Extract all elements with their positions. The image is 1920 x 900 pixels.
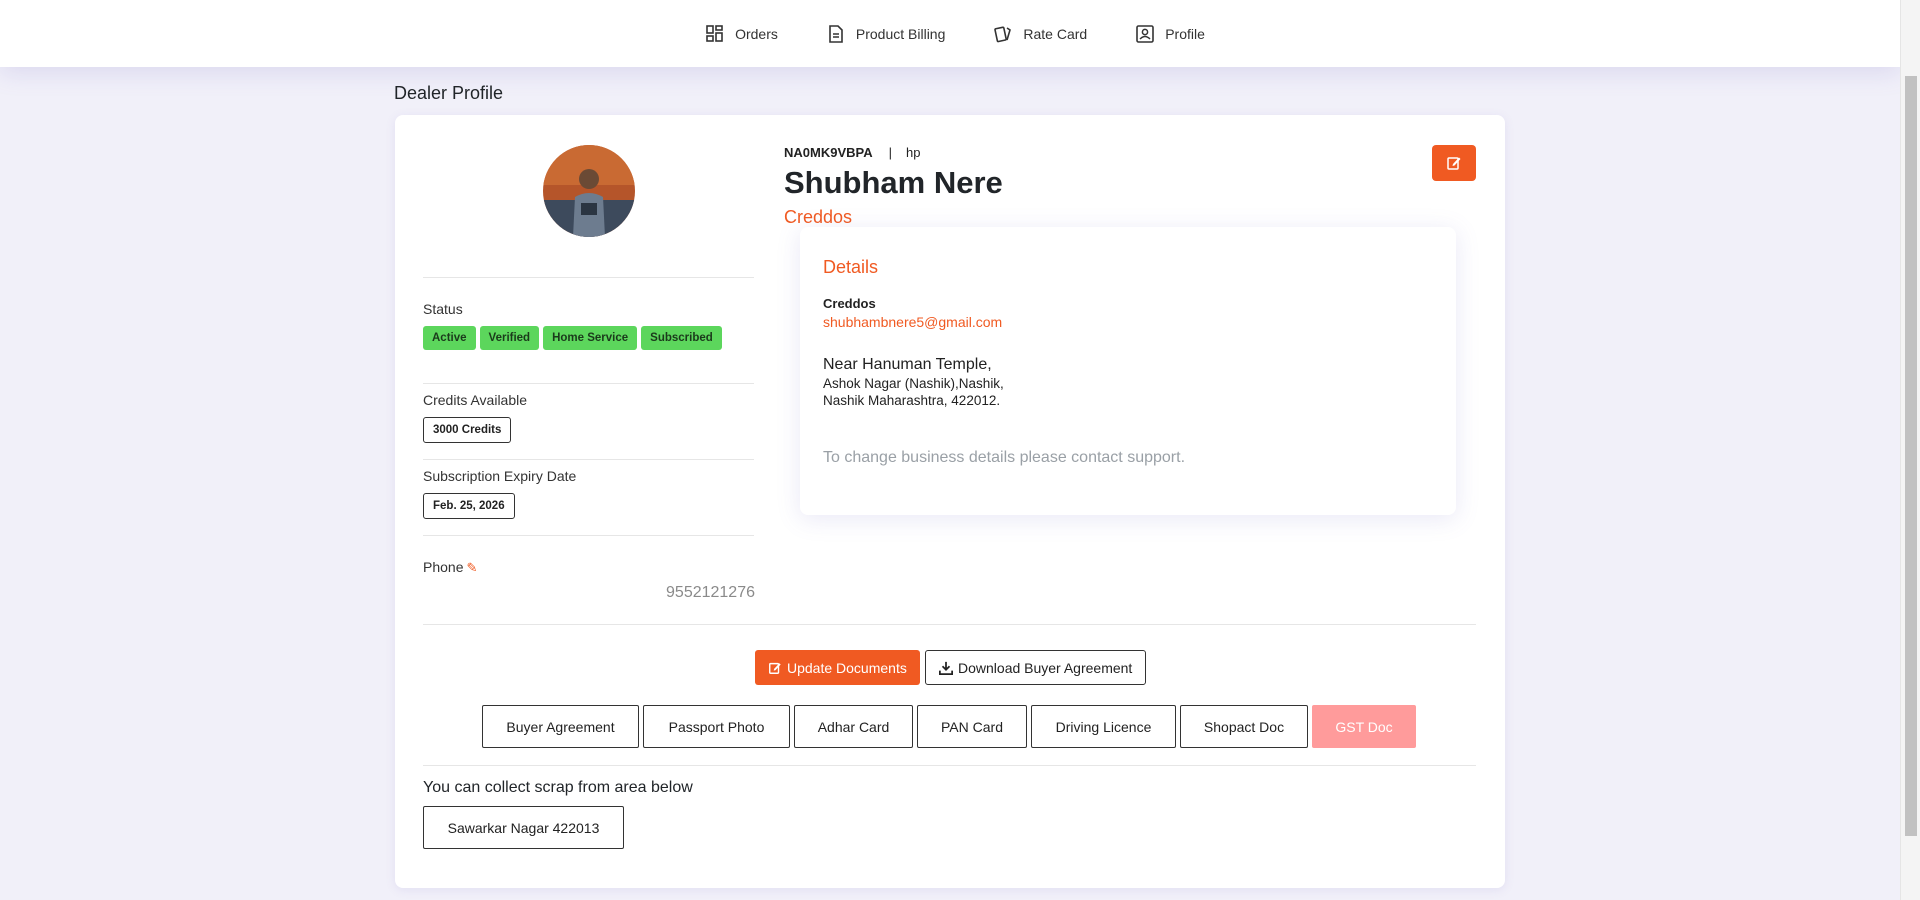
- nav-profile-label: Profile: [1165, 25, 1205, 42]
- doc-driving-licence-button[interactable]: Driving Licence: [1031, 705, 1176, 748]
- top-navbar: Orders Product Billing Rate Card Profile: [0, 0, 1900, 67]
- credits-value: 3000 Credits: [423, 417, 512, 443]
- document-icon: [829, 24, 843, 43]
- cards-icon: [994, 25, 1012, 42]
- details-title: Details: [823, 257, 879, 277]
- dealer-brand: hp: [906, 145, 921, 160]
- dealer-code-line: NA0MK9VBPA | hp: [784, 145, 920, 160]
- edit-profile-button[interactable]: [1432, 145, 1476, 181]
- download-buyer-agreement-label: Download Buyer Agreement: [958, 659, 1133, 676]
- address-line-3: Nashik Maharashtra, 422012.: [823, 393, 1001, 408]
- status-badge-active: Active: [423, 326, 476, 350]
- company-name: Creddos: [784, 207, 853, 227]
- update-documents-button[interactable]: Update Documents: [755, 650, 920, 685]
- phone-label: Phone: [423, 559, 464, 575]
- grid-icon: [706, 24, 723, 42]
- nav-orders-label: Orders: [735, 25, 778, 42]
- nav-product-billing[interactable]: Product Billing: [826, 24, 946, 44]
- scrollbar-thumb[interactable]: [1905, 76, 1917, 836]
- status-badge-verified: Verified: [479, 326, 540, 350]
- nav-rate-card-label: Rate Card: [1023, 25, 1088, 42]
- document-buttons: Buyer Agreement Passport Photo Adhar Car…: [482, 705, 1416, 748]
- doc-gst-button[interactable]: GST Doc: [1312, 705, 1416, 748]
- phone-value: 9552121276: [666, 584, 755, 601]
- divider: [423, 459, 754, 460]
- nav-rate-card[interactable]: Rate Card: [993, 24, 1087, 44]
- scrollbar[interactable]: [1900, 0, 1920, 900]
- profile-icon: [1136, 24, 1155, 43]
- update-documents-label: Update Documents: [787, 659, 907, 676]
- credits-label: Credits Available: [423, 392, 528, 408]
- doc-shopact-button[interactable]: Shopact Doc: [1180, 705, 1308, 748]
- doc-adhar-card-button[interactable]: Adhar Card: [794, 705, 913, 748]
- nav-product-billing-label: Product Billing: [855, 25, 946, 42]
- dealer-code: NA0MK9VBPA: [784, 145, 873, 160]
- support-note: To change business details please contac…: [823, 449, 1186, 466]
- download-icon: [939, 661, 953, 675]
- status-badges: Active Verified Home Service Subscribed: [423, 326, 722, 350]
- divider: [423, 535, 754, 536]
- details-panel: Details Creddos shubhambnere5@gmail.com …: [800, 227, 1456, 515]
- doc-passport-photo-button[interactable]: Passport Photo: [643, 705, 790, 748]
- divider: [423, 383, 754, 384]
- expiry-label: Subscription Expiry Date: [423, 468, 577, 484]
- details-email[interactable]: shubhambnere5@gmail.com: [823, 314, 1002, 330]
- details-company: Creddos: [823, 296, 876, 311]
- collection-area-chip: Sawarkar Nagar 422013: [423, 806, 624, 849]
- phone-label-row: Phone ✎: [423, 559, 477, 576]
- divider: [423, 765, 1476, 766]
- status-label: Status: [423, 301, 463, 317]
- nav-profile[interactable]: Profile: [1135, 24, 1205, 44]
- status-badge-home-service: Home Service: [543, 326, 638, 350]
- address-line-1: Near Hanuman Temple,: [823, 356, 992, 373]
- dealer-name: Shubham Nere: [784, 165, 1003, 200]
- expiry-value: Feb. 25, 2026: [423, 493, 515, 519]
- avatar: [543, 145, 635, 237]
- profile-card: Status Active Verified Home Service Subs…: [395, 115, 1505, 888]
- doc-pan-card-button[interactable]: PAN Card: [917, 705, 1027, 748]
- collection-title: You can collect scrap from area below: [423, 779, 693, 796]
- download-buyer-agreement-button[interactable]: Download Buyer Agreement: [925, 650, 1147, 685]
- divider: [423, 624, 1476, 625]
- status-badge-subscribed: Subscribed: [641, 326, 722, 350]
- page-title: Dealer Profile: [394, 83, 504, 103]
- edit-icon: [1447, 157, 1461, 170]
- separator: |: [888, 145, 892, 160]
- nav-orders[interactable]: Orders: [705, 24, 778, 44]
- divider: [423, 277, 754, 278]
- edit-icon: [769, 662, 781, 674]
- doc-buyer-agreement-button[interactable]: Buyer Agreement: [482, 705, 639, 748]
- address-line-2: Ashok Nagar (Nashik),Nashik,: [823, 376, 1004, 391]
- edit-icon[interactable]: ✎: [466, 560, 477, 575]
